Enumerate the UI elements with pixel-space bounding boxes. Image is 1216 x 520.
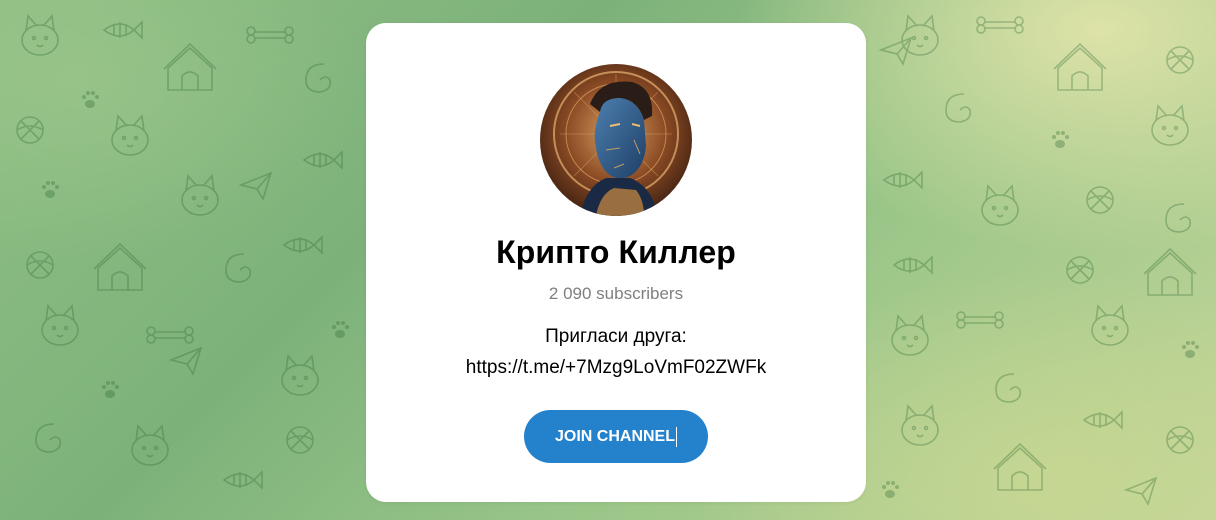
channel-title: Крипто Киллер xyxy=(496,234,736,270)
subscriber-count: 2 090 subscribers xyxy=(548,284,684,303)
description-link[interactable]: https://t.me/+7Mzg9LoVmF02ZWFk xyxy=(366,352,866,383)
channel-description: Пригласи друга: https://t.me/+7Mzg9LoVmF… xyxy=(366,321,866,383)
join-channel-button[interactable]: JOIN CHANNEL xyxy=(524,410,708,463)
chat-background: Крипто Киллер 2 090 subscribers Пригласи… xyxy=(0,0,1216,520)
avatar-portrait-icon xyxy=(540,64,692,216)
text-cursor xyxy=(676,426,677,447)
description-line: Пригласи друга: xyxy=(545,326,687,347)
avatar[interactable] xyxy=(540,64,692,216)
join-channel-label: JOIN CHANNEL xyxy=(554,427,675,445)
channel-card: Крипто Киллер 2 090 subscribers Пригласи… xyxy=(366,23,866,502)
